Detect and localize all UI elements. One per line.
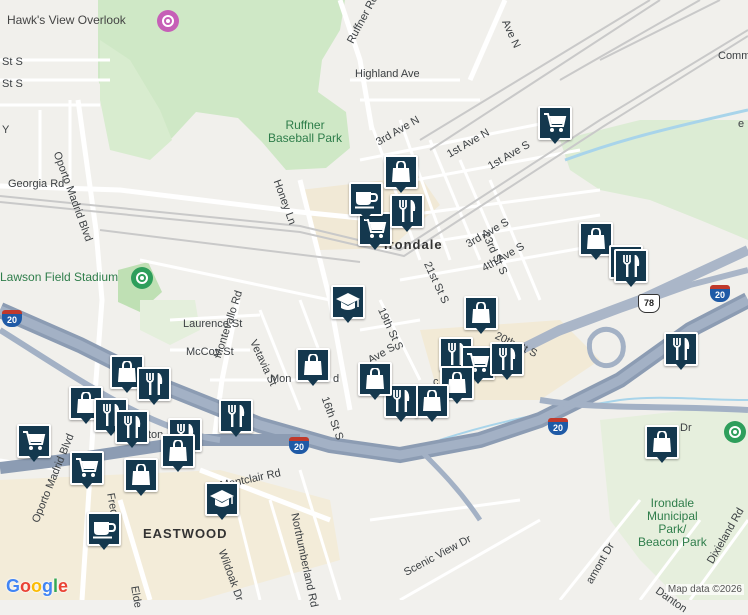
pin-pointer	[127, 442, 137, 448]
pin-restaurant-montevallo-1[interactable]	[137, 367, 171, 405]
pin-restaurant-east-2[interactable]	[614, 249, 648, 287]
pin-pointer	[626, 281, 636, 287]
pin-grocery-west[interactable]	[17, 424, 51, 462]
pin-pointer	[402, 226, 412, 232]
park-icon[interactable]	[724, 421, 746, 443]
pin-shop-i20[interactable]	[161, 434, 195, 472]
google-logo: Google	[6, 576, 69, 596]
restaurant-icon	[115, 410, 149, 444]
restaurant-icon	[490, 342, 524, 376]
shopping-bag-icon	[296, 348, 330, 382]
pin-pointer	[676, 364, 686, 370]
pin-pointer	[122, 387, 132, 393]
grocery-cart-icon	[17, 424, 51, 458]
pin-restaurant-center[interactable]	[390, 194, 424, 232]
camera-icon[interactable]	[157, 10, 179, 32]
pin-shop-park[interactable]	[645, 425, 679, 463]
pin-school-eastwood[interactable]	[205, 482, 239, 520]
shopping-bag-icon	[579, 222, 613, 256]
pin-grocery-ne[interactable]	[538, 106, 572, 144]
shield-i20-mid: 20	[289, 437, 309, 454]
shield-i20-east: 20	[548, 418, 568, 435]
restaurant-icon	[390, 194, 424, 228]
pin-pointer	[396, 187, 406, 193]
restaurant-icon	[664, 332, 698, 366]
shield-i20-ne: 20	[710, 285, 730, 302]
pin-pointer	[81, 418, 91, 424]
shopping-bag-icon	[161, 434, 195, 468]
shopping-bag-icon	[384, 155, 418, 189]
stadium-icon[interactable]	[131, 267, 153, 289]
cafe-cup-icon	[349, 182, 383, 216]
restaurant-icon	[614, 249, 648, 283]
pin-pointer	[452, 398, 462, 404]
pin-cafe-center[interactable]	[349, 182, 383, 220]
pin-shop-cluster-3[interactable]	[358, 362, 392, 400]
pin-pointer	[149, 399, 159, 405]
school-cap-icon	[331, 285, 365, 319]
pin-shop-mon[interactable]	[296, 348, 330, 386]
pin-pointer	[173, 466, 183, 472]
grocery-cart-icon	[538, 106, 572, 140]
pin-pointer	[427, 416, 437, 422]
pin-pointer	[308, 380, 318, 386]
shopping-bag-icon	[415, 384, 449, 418]
pin-restaurant-montevallo-4[interactable]	[219, 399, 253, 437]
restaurant-icon	[219, 399, 253, 433]
pin-cafe-eastwood[interactable]	[87, 512, 121, 550]
pin-shop-east-1[interactable]	[579, 222, 613, 260]
pin-pointer	[136, 490, 146, 496]
cafe-cup-icon	[87, 512, 121, 546]
grocery-cart-icon	[70, 451, 104, 485]
pin-shop-montclair[interactable]	[124, 458, 158, 496]
pin-pointer	[550, 138, 560, 144]
pin-pointer	[231, 431, 241, 437]
pin-restaurant-far-east[interactable]	[664, 332, 698, 370]
map-canvas[interactable]	[0, 0, 748, 600]
pin-grocery-montclair[interactable]	[70, 451, 104, 489]
pin-pointer	[82, 483, 92, 489]
pin-shop-cluster-2[interactable]	[415, 384, 449, 422]
shield-us78: 78	[638, 294, 660, 313]
restaurant-icon	[137, 367, 171, 401]
pin-pointer	[657, 457, 667, 463]
pin-pointer	[217, 514, 227, 520]
pin-pointer	[343, 317, 353, 323]
pin-pointer	[99, 544, 109, 550]
pin-school-center[interactable]	[331, 285, 365, 323]
pin-shop-20th[interactable]	[464, 296, 498, 334]
pin-pointer	[591, 254, 601, 260]
pin-restaurant-montevallo-3[interactable]	[115, 410, 149, 448]
map-attribution[interactable]: Map data ©2026	[665, 584, 744, 595]
shopping-bag-icon	[464, 296, 498, 330]
pin-pointer	[370, 244, 380, 250]
shield-i20-west: 20	[2, 310, 22, 327]
shopping-bag-icon	[358, 362, 392, 396]
shopping-bag-icon	[645, 425, 679, 459]
pin-pointer	[370, 394, 380, 400]
pin-restaurant-cluster-2[interactable]	[490, 342, 524, 380]
shopping-bag-icon	[124, 458, 158, 492]
pin-pointer	[396, 416, 406, 422]
pin-pointer	[473, 378, 483, 384]
pin-shop-center[interactable]	[384, 155, 418, 193]
pin-pointer	[502, 374, 512, 380]
pin-pointer	[361, 214, 371, 220]
pin-pointer	[476, 328, 486, 334]
pin-pointer	[29, 456, 39, 462]
school-cap-icon	[205, 482, 239, 516]
